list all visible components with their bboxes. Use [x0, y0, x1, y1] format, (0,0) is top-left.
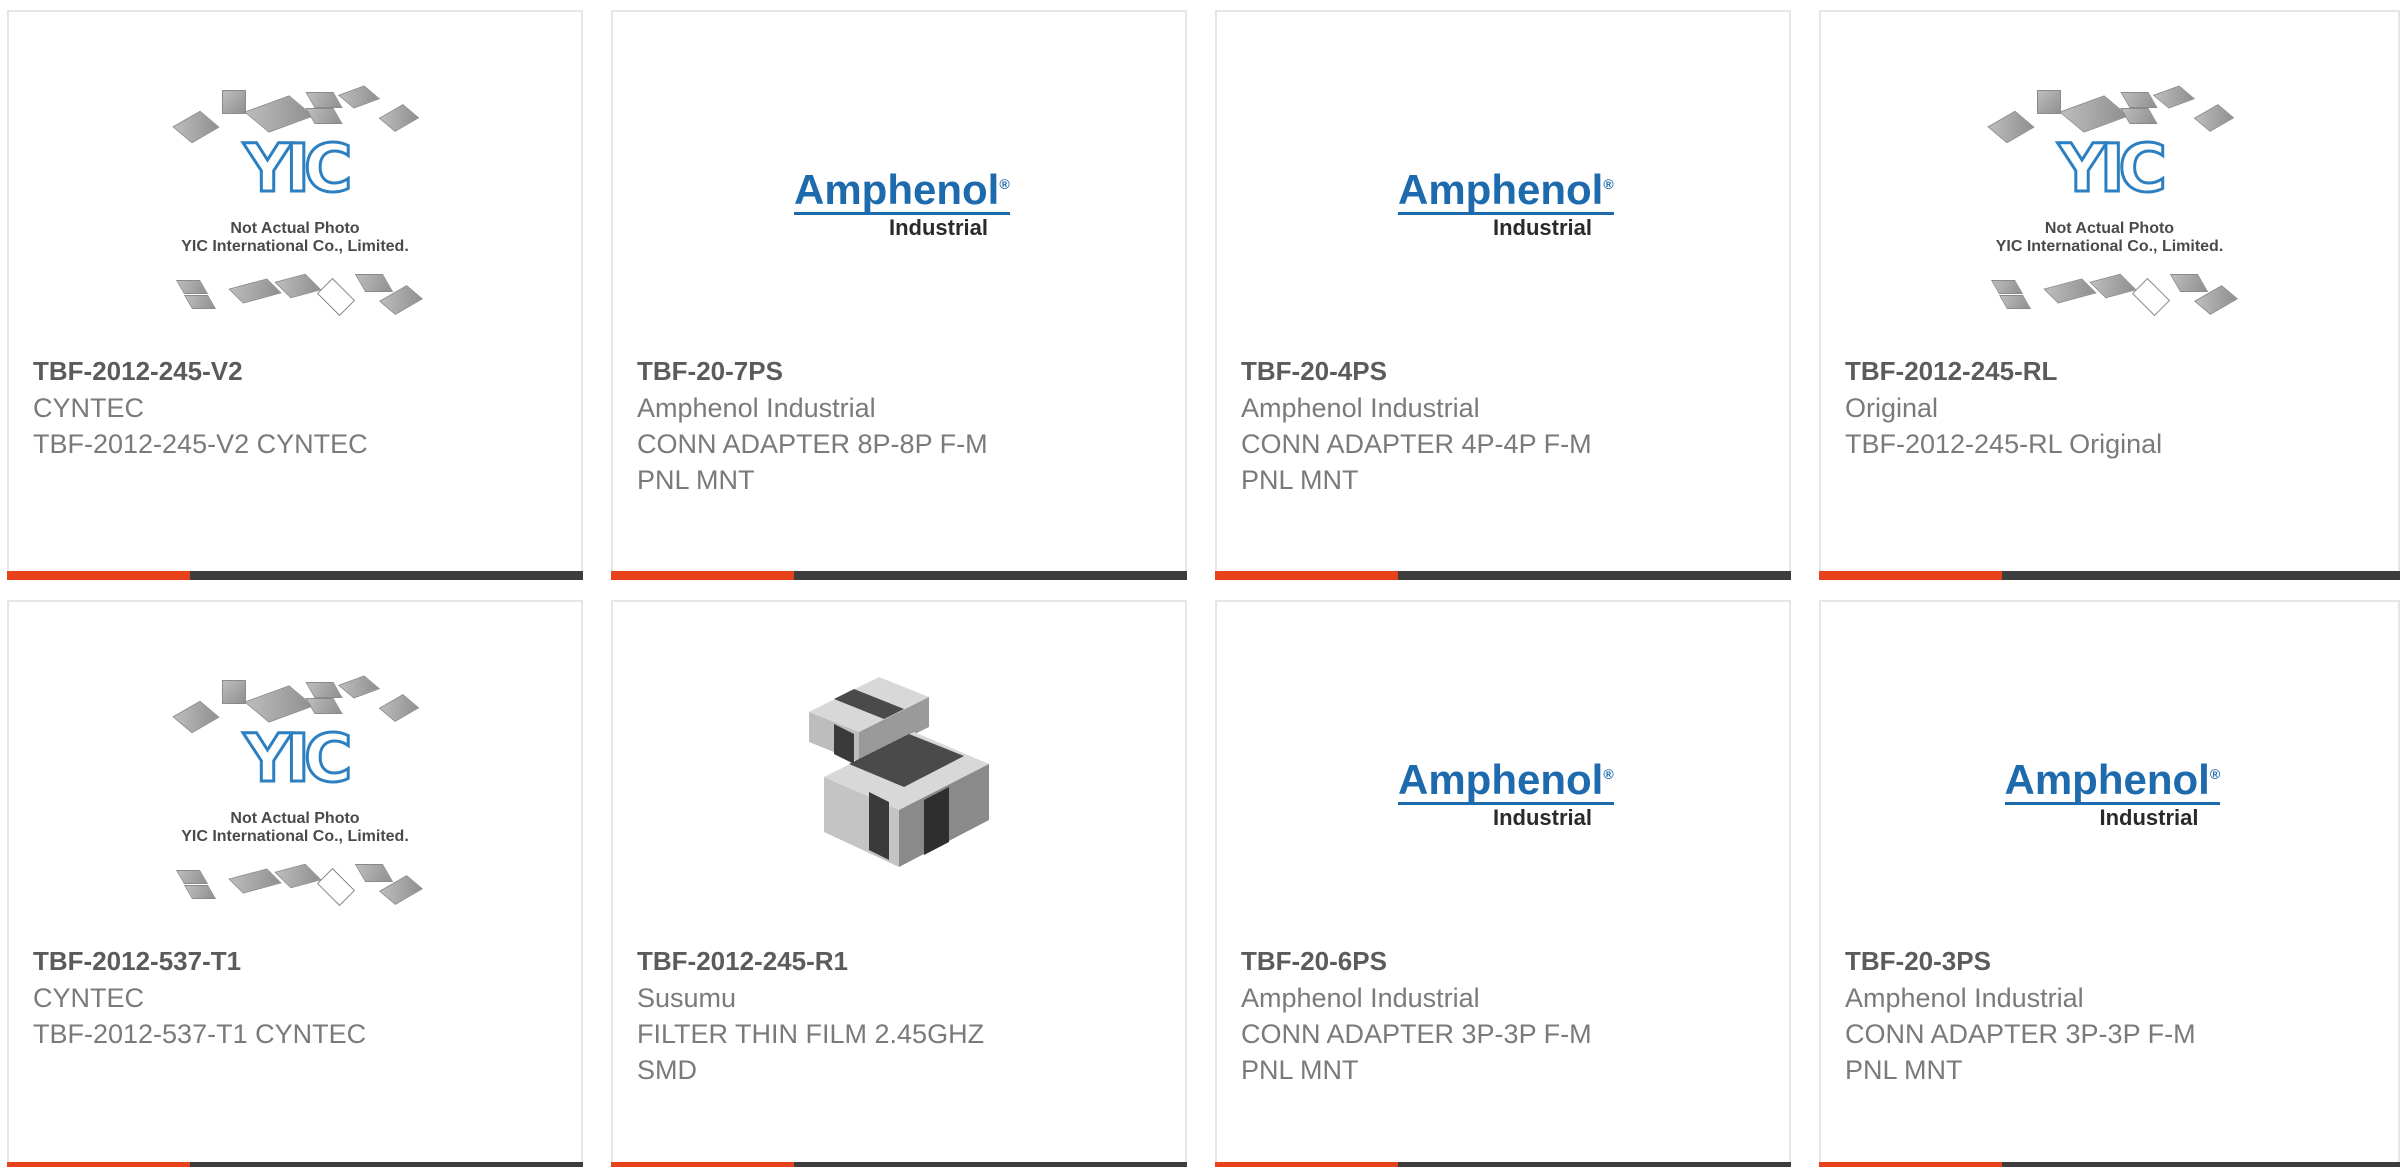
part-number[interactable]: TBF-20-6PS — [1241, 943, 1769, 980]
product-card[interactable]: Amphenol® Industrial TBF-20-7PS Amphenol… — [611, 10, 1187, 580]
product-image[interactable]: Amphenol® Industrial — [1217, 90, 1789, 348]
product-image[interactable]: Amphenol® Industrial — [613, 90, 1185, 348]
card-bottom-bar — [7, 571, 583, 580]
part-number[interactable]: TBF-20-3PS — [1845, 943, 2378, 980]
product-info: TBF-2012-245-R1 Susumu FILTER THIN FILM … — [637, 943, 1165, 1088]
part-number[interactable]: TBF-20-4PS — [1241, 353, 1769, 390]
card-bottom-bar — [1819, 1162, 2400, 1167]
yic-placeholder-image: YIC Not Actual Photo YIC International C… — [160, 85, 430, 330]
product-card[interactable]: YIC Not Actual Photo YIC International C… — [7, 600, 583, 1167]
description: CONN ADAPTER 8P-8P F-M PNL MNT — [637, 429, 988, 495]
card-accent-bar — [611, 1162, 794, 1167]
description: CONN ADAPTER 4P-4P F-M PNL MNT — [1241, 429, 1592, 495]
placeholder-caption: Not Actual Photo YIC International Co., … — [181, 810, 409, 845]
description: CONN ADAPTER 3P-3P F-M PNL MNT — [1241, 1019, 1592, 1085]
product-card[interactable]: Amphenol® Industrial TBF-20-3PS Amphenol… — [1819, 600, 2400, 1167]
susumu-chip-image — [809, 677, 989, 867]
amphenol-logo: Amphenol® Industrial — [794, 162, 1010, 241]
part-number[interactable]: TBF-2012-245-RL — [1845, 353, 2378, 390]
amphenol-logo: Amphenol® Industrial — [1398, 162, 1614, 241]
amphenol-logo: Amphenol® Industrial — [1398, 752, 1614, 831]
product-card[interactable]: YIC Not Actual Photo YIC International C… — [7, 10, 583, 580]
part-number[interactable]: TBF-20-7PS — [637, 353, 1165, 390]
yic-logo: YIC — [242, 130, 354, 207]
product-card[interactable]: Amphenol® Industrial TBF-20-4PS Amphenol… — [1215, 10, 1791, 580]
manufacturer: CYNTEC — [33, 393, 145, 423]
product-image[interactable]: Amphenol® Industrial — [1217, 680, 1789, 938]
manufacturer: Amphenol Industrial — [1241, 983, 1480, 1013]
manufacturer: Amphenol Industrial — [1241, 393, 1480, 423]
card-accent-bar — [1215, 1162, 1398, 1167]
card-bottom-bar — [1819, 571, 2400, 580]
description: FILTER THIN FILM 2.45GHZ SMD — [637, 1019, 985, 1085]
manufacturer: Amphenol Industrial — [637, 393, 876, 423]
amphenol-logo: Amphenol® Industrial — [2004, 752, 2221, 831]
part-number[interactable]: TBF-2012-245-V2 — [33, 353, 561, 390]
card-accent-bar — [1215, 571, 1398, 580]
product-info: TBF-20-3PS Amphenol Industrial CONN ADAP… — [1845, 943, 2378, 1088]
description: CONN ADAPTER 3P-3P F-M PNL MNT — [1845, 1019, 2196, 1085]
description: TBF-2012-537-T1 CYNTEC — [33, 1019, 367, 1049]
product-image[interactable]: YIC Not Actual Photo YIC International C… — [1821, 85, 2398, 348]
card-bottom-bar — [7, 1162, 583, 1167]
manufacturer: CYNTEC — [33, 983, 145, 1013]
product-grid: YIC Not Actual Photo YIC International C… — [0, 0, 2400, 1167]
card-bottom-bar — [1215, 1162, 1791, 1167]
product-card[interactable]: Amphenol® Industrial TBF-20-6PS Amphenol… — [1215, 600, 1791, 1167]
card-accent-bar — [7, 1162, 190, 1167]
product-info: TBF-2012-245-RL Original TBF-2012-245-RL… — [1845, 353, 2378, 462]
description: TBF-2012-245-V2 CYNTEC — [33, 429, 368, 459]
product-info: TBF-20-4PS Amphenol Industrial CONN ADAP… — [1241, 353, 1769, 498]
manufacturer: Amphenol Industrial — [1845, 983, 2084, 1013]
product-image[interactable] — [613, 672, 1185, 930]
card-bottom-bar — [611, 1162, 1187, 1167]
product-card[interactable]: YIC Not Actual Photo YIC International C… — [1819, 10, 2400, 580]
product-card[interactable]: TBF-2012-245-R1 Susumu FILTER THIN FILM … — [611, 600, 1187, 1167]
part-number[interactable]: TBF-2012-245-R1 — [637, 943, 1165, 980]
yic-placeholder-image: YIC Not Actual Photo YIC International C… — [1975, 85, 2245, 330]
placeholder-caption: Not Actual Photo YIC International Co., … — [1995, 220, 2224, 255]
card-accent-bar — [7, 571, 190, 580]
product-image[interactable]: Amphenol® Industrial — [1821, 680, 2398, 938]
card-bottom-bar — [1215, 571, 1791, 580]
product-image[interactable]: YIC Not Actual Photo YIC International C… — [9, 85, 581, 348]
yic-logo: YIC — [2057, 130, 2169, 207]
product-info: TBF-2012-245-V2 CYNTEC TBF-2012-245-V2 C… — [33, 353, 561, 462]
product-info: TBF-20-7PS Amphenol Industrial CONN ADAP… — [637, 353, 1165, 498]
card-accent-bar — [611, 571, 794, 580]
product-image[interactable]: YIC Not Actual Photo YIC International C… — [9, 675, 581, 938]
placeholder-caption: Not Actual Photo YIC International Co., … — [181, 220, 409, 255]
manufacturer: Original — [1845, 393, 1939, 423]
product-info: TBF-2012-537-T1 CYNTEC TBF-2012-537-T1 C… — [33, 943, 561, 1052]
part-number[interactable]: TBF-2012-537-T1 — [33, 943, 561, 980]
card-accent-bar — [1819, 571, 2002, 580]
card-accent-bar — [1819, 1162, 2002, 1167]
yic-logo: YIC — [242, 720, 354, 797]
yic-placeholder-image: YIC Not Actual Photo YIC International C… — [160, 675, 430, 920]
description: TBF-2012-245-RL Original — [1845, 429, 2163, 459]
card-bottom-bar — [611, 571, 1187, 580]
manufacturer: Susumu — [637, 983, 737, 1013]
product-info: TBF-20-6PS Amphenol Industrial CONN ADAP… — [1241, 943, 1769, 1088]
